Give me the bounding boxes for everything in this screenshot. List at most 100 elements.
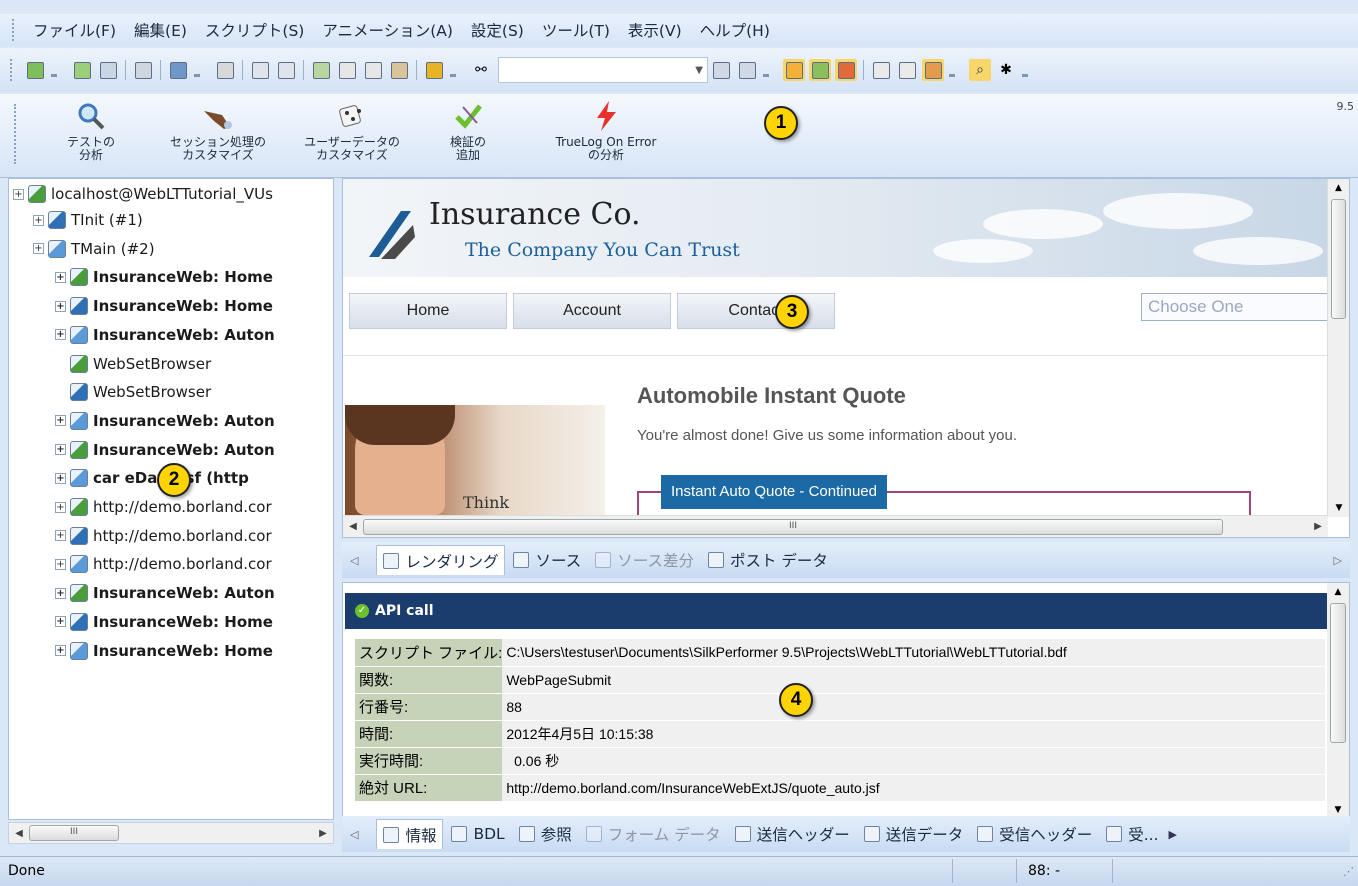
tabs-scroll-right-icon[interactable]: ▶: [1169, 828, 1177, 841]
tree-node[interactable]: + localhost@WebLTTutorial_VUs: [13, 181, 273, 207]
doc-prev-button[interactable]: [336, 59, 358, 81]
doc-last-button[interactable]: [388, 59, 410, 81]
play-button[interactable]: [423, 59, 445, 81]
tree-node[interactable]: + TInit (#1): [33, 207, 143, 233]
scroll-down-icon[interactable]: ▼: [1327, 805, 1349, 815]
menu-settings[interactable]: 設定(S): [462, 19, 533, 41]
info-value[interactable]: C:\Users\testuser\Documents\SilkPerforme…: [502, 639, 1325, 667]
tab-references[interactable]: 参照: [513, 819, 578, 849]
view-5-button[interactable]: [896, 59, 918, 81]
connect-button[interactable]: [214, 59, 236, 81]
info-vertical-scrollbar[interactable]: ▲ ▼: [1327, 583, 1349, 819]
customize-userdata-button[interactable]: ユーザーデータの カスタマイズ: [290, 100, 414, 162]
tree-node[interactable]: + InsuranceWeb: Auton: [55, 437, 275, 463]
page-back-button[interactable]: [249, 59, 271, 81]
record-button[interactable]: [71, 59, 93, 81]
customize-session-button[interactable]: セッション処理の カスタマイズ: [158, 100, 278, 162]
info-value[interactable]: http://demo.borland.com/InsuranceWebExtJ…: [502, 774, 1325, 802]
choose-one-select[interactable]: Choose One: [1141, 293, 1331, 321]
nav-account-button[interactable]: Account: [513, 293, 671, 329]
menu-file[interactable]: ファイル(F): [24, 19, 125, 41]
find-next-button[interactable]: [710, 59, 732, 81]
expand-icon[interactable]: +: [55, 558, 66, 570]
scroll-thumb[interactable]: III: [363, 518, 1223, 535]
doc-next-button[interactable]: [362, 59, 384, 81]
workflow-grip[interactable]: [14, 104, 18, 164]
tree-node[interactable]: + InsuranceWeb: Home: [55, 293, 273, 319]
tab-sent-data[interactable]: 送信データ: [858, 819, 970, 849]
expand-icon[interactable]: +: [55, 329, 66, 341]
tree-node[interactable]: + InsuranceWeb: Home: [55, 264, 273, 290]
tree-node[interactable]: + http://demo.borland.cor: [55, 551, 272, 577]
tab-source-diff[interactable]: ソース差分: [589, 545, 700, 575]
tab-received-headers[interactable]: 受信ヘッダー: [971, 819, 1098, 849]
menu-script[interactable]: スクリプト(S): [196, 19, 313, 41]
analyze-test-button[interactable]: テストの 分析: [56, 100, 126, 162]
expand-icon[interactable]: +: [55, 300, 66, 312]
menu-help[interactable]: ヘルプ(H): [691, 19, 779, 41]
scroll-down-icon[interactable]: ▼: [1328, 503, 1349, 513]
view-2-button[interactable]: [809, 59, 831, 81]
tree-node[interactable]: + InsuranceWeb: Auton: [55, 322, 275, 348]
tabs-scroll-left-icon[interactable]: ◁: [350, 828, 358, 841]
tree-node[interactable]: WebSetBrowser: [55, 379, 211, 405]
tree-node[interactable]: WebSetBrowser: [55, 351, 211, 377]
view-4-button[interactable]: [870, 59, 892, 81]
tabs-scroll-right-icon[interactable]: ▷: [1334, 554, 1342, 567]
tree-node[interactable]: + InsuranceWeb: Home: [55, 609, 273, 635]
tab-post-data[interactable]: ポスト データ: [702, 545, 834, 575]
info-value[interactable]: 0.06 秒: [502, 747, 1325, 775]
tab-info[interactable]: 情報: [376, 819, 444, 849]
doc-first-button[interactable]: [310, 59, 332, 81]
add-verification-button[interactable]: 検証の 追加: [438, 100, 498, 162]
scroll-left-icon[interactable]: ◀: [9, 828, 29, 839]
scroll-left-icon[interactable]: ◀: [343, 521, 363, 532]
compare-button[interactable]: [132, 59, 154, 81]
tree-node[interactable]: + InsuranceWeb: Auton: [55, 580, 275, 606]
tree-node[interactable]: + TMain (#2): [33, 236, 155, 262]
expand-icon[interactable]: +: [55, 530, 66, 542]
tree-node[interactable]: + http://demo.borland.cor: [55, 523, 272, 549]
menu-view[interactable]: 表示(V): [619, 19, 691, 41]
tree-horizontal-scrollbar[interactable]: ◀ III ▶: [8, 822, 334, 844]
view-3-button[interactable]: [835, 59, 857, 81]
new-project-button[interactable]: [24, 59, 46, 81]
chevron-down-icon[interactable]: ▼: [695, 65, 703, 76]
expand-icon[interactable]: +: [55, 415, 66, 427]
tab-source[interactable]: ソース: [507, 545, 587, 575]
expand-icon[interactable]: +: [55, 271, 66, 283]
page-vertical-scrollbar[interactable]: ▲ ▼: [1327, 179, 1349, 517]
nav-contact-button[interactable]: Contact: [677, 293, 835, 329]
tree-node[interactable]: + http://demo.borland.cor: [55, 494, 272, 520]
tab-bdl[interactable]: BDL: [445, 819, 510, 849]
expand-icon[interactable]: +: [13, 188, 24, 200]
scroll-thumb[interactable]: [1331, 199, 1346, 319]
bug-button[interactable]: ✱: [995, 59, 1017, 81]
scroll-up-icon[interactable]: ▲: [1328, 183, 1349, 193]
expand-icon[interactable]: +: [55, 645, 66, 656]
scroll-thumb[interactable]: III: [29, 825, 119, 841]
nav-home-button[interactable]: Home: [349, 293, 507, 329]
replay-button[interactable]: [97, 59, 119, 81]
inspect-button[interactable]: ⌕: [969, 59, 991, 81]
monitor-button[interactable]: [167, 59, 189, 81]
view-6-button[interactable]: [922, 59, 944, 81]
toolbar-grip[interactable]: [10, 59, 14, 81]
find-input[interactable]: ▼: [498, 57, 708, 83]
menu-grip[interactable]: [12, 19, 16, 41]
page-horizontal-scrollbar[interactable]: ◀ III ▶: [343, 515, 1328, 537]
scroll-right-icon[interactable]: ▶: [1308, 521, 1328, 532]
expand-icon[interactable]: +: [55, 444, 66, 456]
expand-icon[interactable]: +: [55, 587, 66, 599]
view-1-button[interactable]: [783, 59, 805, 81]
scroll-thumb[interactable]: [1330, 603, 1346, 743]
tab-sent-headers[interactable]: 送信ヘッダー: [729, 819, 856, 849]
resize-grip-icon[interactable]: ⋰: [1343, 865, 1354, 878]
expand-icon[interactable]: +: [33, 214, 44, 226]
find-button[interactable]: ⚯: [470, 59, 492, 81]
menu-tools[interactable]: ツール(T): [533, 19, 619, 41]
menu-edit[interactable]: 編集(E): [125, 19, 196, 41]
truelog-on-error-button[interactable]: TrueLog On Error の分析: [540, 100, 672, 162]
expand-icon[interactable]: +: [55, 472, 66, 484]
scroll-up-icon[interactable]: ▲: [1327, 587, 1349, 597]
